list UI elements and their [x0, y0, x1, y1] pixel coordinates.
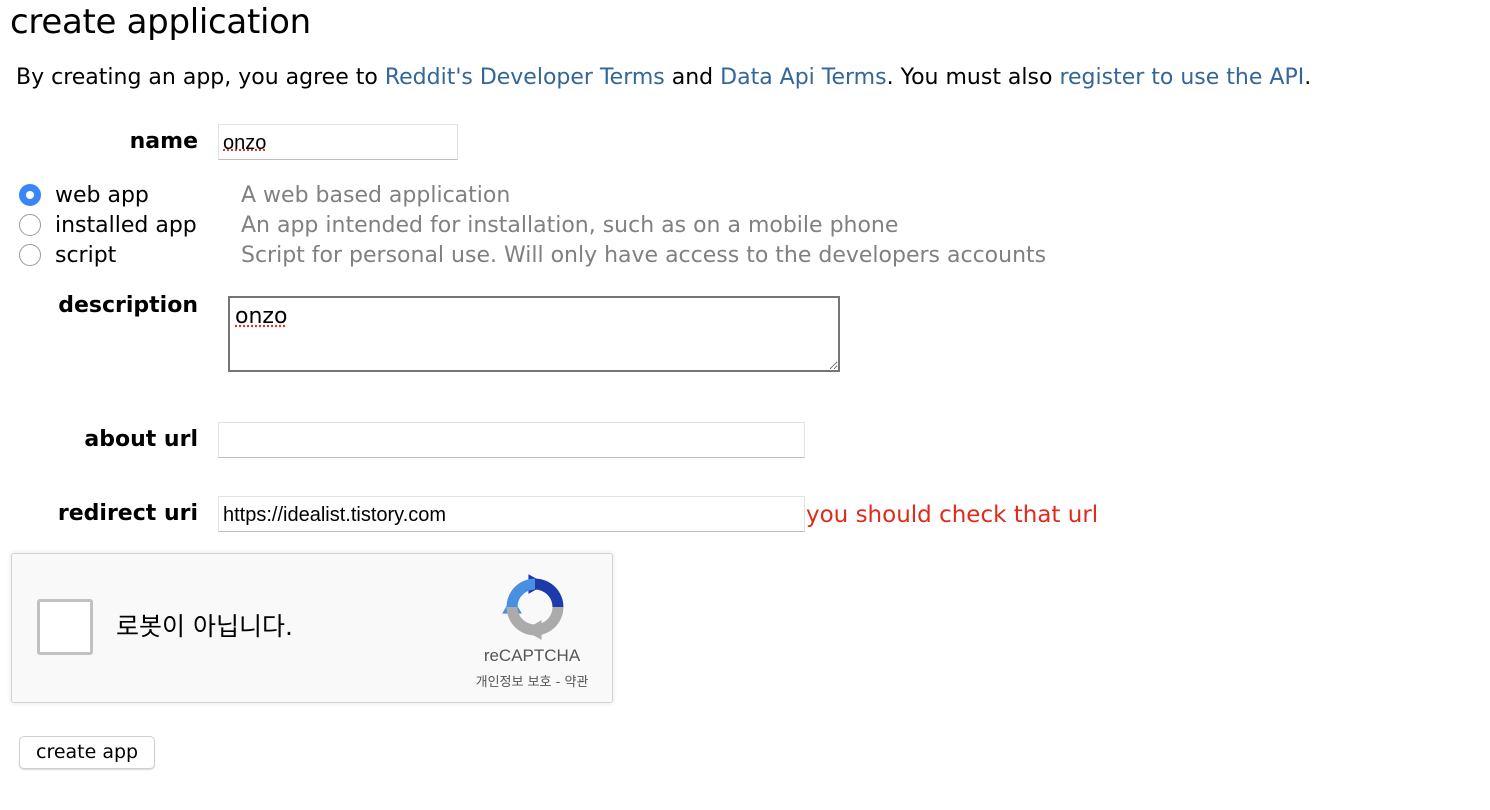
recaptcha-widget: 로봇이 아닙니다. reCAPTCHA 개인정보 보호 - 약관: [11, 553, 613, 703]
web-app-description: A web based application: [241, 183, 511, 208]
app-type-installed[interactable]: installed app An app intended for instal…: [19, 212, 1219, 242]
description-label: description: [58, 293, 198, 318]
script-radio[interactable]: [19, 244, 41, 266]
about-url-input[interactable]: [218, 422, 805, 458]
redirect-uri-error: you should check that url: [806, 502, 1099, 528]
register-api-link[interactable]: register to use the API: [1059, 65, 1304, 90]
web-app-label: web app: [55, 183, 149, 208]
app-type-web[interactable]: web app A web based application: [19, 182, 1219, 212]
recaptcha-privacy-terms-links[interactable]: 개인정보 보호 - 약관: [432, 671, 632, 690]
app-type-script[interactable]: script Script for personal use. Will onl…: [19, 242, 1219, 272]
redirect-uri-input[interactable]: [218, 496, 805, 532]
redirect-uri-label: redirect uri: [57, 501, 198, 526]
page-title: create application: [10, 2, 311, 42]
data-api-terms-link[interactable]: Data Api Terms: [720, 65, 886, 90]
terms-middle: . You must also: [886, 65, 1060, 90]
name-input[interactable]: [218, 124, 458, 160]
script-description: Script for personal use. Will only have …: [241, 243, 1047, 268]
installed-app-label: installed app: [55, 213, 197, 238]
description-textarea[interactable]: onzo: [228, 296, 840, 372]
terms-notice: By creating an app, you agree to Reddit'…: [16, 63, 1311, 93]
terms-suffix: .: [1304, 65, 1312, 90]
script-label: script: [55, 243, 117, 268]
web-app-radio[interactable]: [19, 184, 41, 206]
terms-and: and: [664, 65, 721, 90]
recaptcha-label: 로봇이 아닙니다.: [116, 612, 293, 641]
installed-app-description: An app intended for installation, such a…: [241, 213, 899, 238]
terms-prefix: By creating an app, you agree to: [16, 65, 385, 90]
create-app-button[interactable]: create app: [19, 736, 156, 769]
about-url-label: about url: [84, 427, 198, 452]
name-label: name: [129, 129, 198, 154]
recaptcha-checkbox[interactable]: [37, 599, 93, 655]
installed-app-radio[interactable]: [19, 214, 41, 236]
recaptcha-logo-icon: [502, 574, 564, 640]
developer-terms-link[interactable]: Reddit's Developer Terms: [385, 65, 665, 90]
recaptcha-brand: reCAPTCHA: [483, 646, 581, 665]
